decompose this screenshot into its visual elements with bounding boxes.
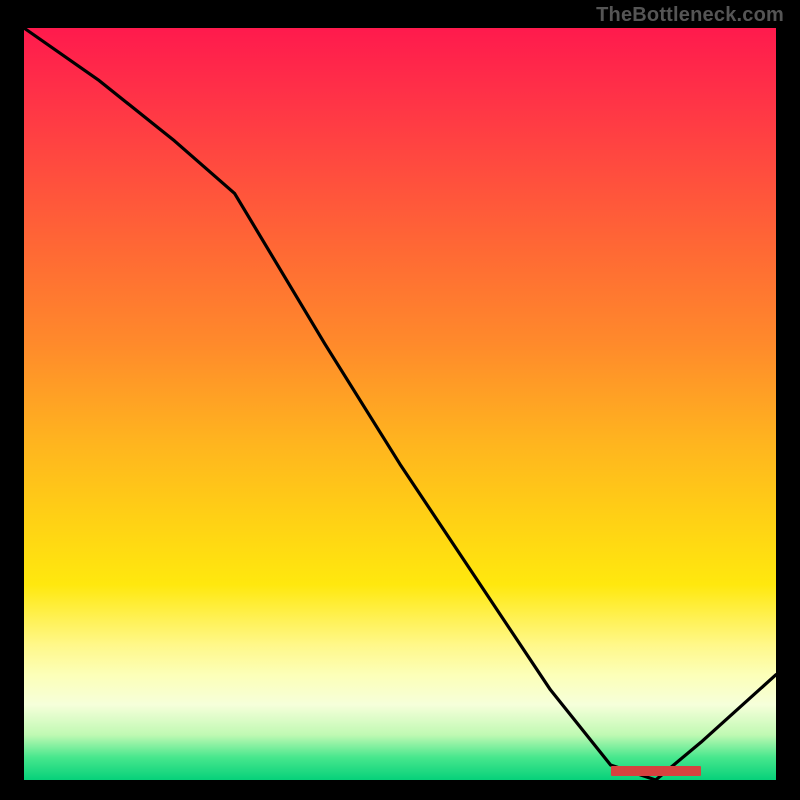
x-axis-optimal-label: OPTIMAL RANGE [611, 766, 701, 776]
bottleneck-curve-path [24, 28, 776, 780]
bottleneck-line-plot [24, 28, 776, 780]
plot-outer: OPTIMAL RANGE [24, 28, 776, 780]
chart-frame: TheBottleneck.com OPTIMAL RANGE [0, 0, 800, 800]
watermark-text: TheBottleneck.com [596, 4, 784, 27]
